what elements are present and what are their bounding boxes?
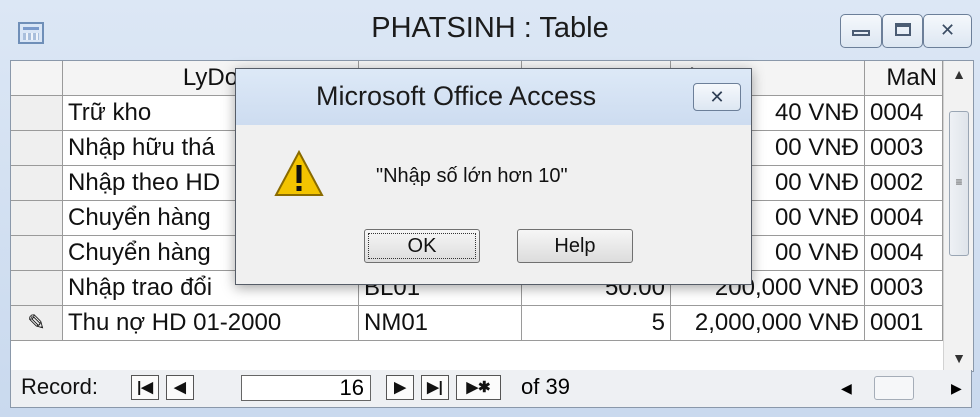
next-record-button[interactable]: ▶ <box>386 375 414 400</box>
row-selector[interactable] <box>11 166 63 201</box>
window-title: PHATSINH : Table <box>371 12 609 44</box>
alert-dialog: Microsoft Office Access ✕ "Nhập số lớn h… <box>235 68 752 285</box>
next-record-icon: ▶ <box>394 379 406 396</box>
help-button[interactable]: Help <box>517 229 633 263</box>
cell-3[interactable]: 5 <box>522 306 671 341</box>
scroll-down-icon[interactable]: ▼ <box>944 345 973 371</box>
row-selector[interactable] <box>11 131 63 166</box>
row-selector[interactable] <box>11 236 63 271</box>
record-label: Record: <box>21 374 99 399</box>
horizontal-scrollbar[interactable]: ◀ ▶ <box>841 375 966 401</box>
previous-record-button[interactable]: ◀ <box>166 375 194 400</box>
cell-lydo[interactable]: Thu nợ HD 01-2000 <box>63 306 359 341</box>
minimize-button[interactable] <box>840 14 882 48</box>
row-selector[interactable] <box>11 271 63 306</box>
maximize-button[interactable] <box>882 14 923 48</box>
new-record-button[interactable]: ▶✱ <box>456 375 501 400</box>
edit-pencil-icon[interactable]: ✎ <box>11 306 63 341</box>
close-icon: ✕ <box>709 87 725 107</box>
cell-man[interactable]: 0004 <box>865 236 943 271</box>
scroll-right-icon[interactable]: ▶ <box>951 375 962 401</box>
vertical-scrollbar[interactable]: ▲ ≡ ▼ <box>943 61 973 371</box>
cell-2[interactable]: NM01 <box>359 306 522 341</box>
cell-man[interactable]: 0003 <box>865 131 943 166</box>
column-header-man[interactable]: MaN <box>865 61 943 96</box>
current-record-input[interactable]: 16 <box>241 375 371 401</box>
record-total: of 39 <box>521 374 570 399</box>
window-titlebar[interactable]: PHATSINH : Table ✕ <box>0 0 980 60</box>
close-icon: ✕ <box>939 20 956 40</box>
dialog-titlebar[interactable]: Microsoft Office Access ✕ <box>236 69 751 125</box>
cell-gia[interactable]: 2,000,000 VNĐ <box>671 306 865 341</box>
record-navigator: Record: |◀ ◀ 16 ▶ ▶| ▶✱ of 39 ◀ ▶ <box>10 370 972 408</box>
cell-man[interactable]: 0004 <box>865 201 943 236</box>
scroll-left-icon[interactable]: ◀ <box>841 375 852 401</box>
previous-record-icon: ◀ <box>174 379 186 396</box>
row-selector[interactable] <box>11 96 63 131</box>
close-button[interactable]: ✕ <box>923 14 972 48</box>
minimize-icon <box>852 30 870 36</box>
dialog-title: Microsoft Office Access <box>316 81 597 111</box>
cell-man[interactable]: 0003 <box>865 271 943 306</box>
cell-man[interactable]: 0002 <box>865 166 943 201</box>
warning-icon <box>274 149 324 196</box>
cell-man[interactable]: 0004 <box>865 96 943 131</box>
first-record-icon: |◀ <box>137 379 153 396</box>
last-record-button[interactable]: ▶| <box>421 375 449 400</box>
scrollbar-thumb[interactable]: ≡ <box>949 111 969 256</box>
cell-man[interactable]: 0001 <box>865 306 943 341</box>
dialog-close-button[interactable]: ✕ <box>693 83 741 111</box>
maximize-icon <box>894 23 911 36</box>
last-record-icon: ▶| <box>427 379 443 396</box>
dialog-message: "Nhập số lớn hơn 10" <box>376 165 568 187</box>
first-record-button[interactable]: |◀ <box>131 375 159 400</box>
table-row: ✎ Thu nợ HD 01-2000 NM01 5 2,000,000 VNĐ… <box>11 306 943 341</box>
row-selector[interactable] <box>11 201 63 236</box>
scroll-up-icon[interactable]: ▲ <box>944 61 973 87</box>
access-table-window: PHATSINH : Table ✕ LyDo gia MaN Trữ kho … <box>0 0 980 417</box>
new-record-icon: ▶✱ <box>466 379 491 396</box>
ok-button[interactable]: OK <box>364 229 480 263</box>
hscroll-thumb[interactable] <box>874 376 914 400</box>
select-all-cell[interactable] <box>11 61 63 96</box>
